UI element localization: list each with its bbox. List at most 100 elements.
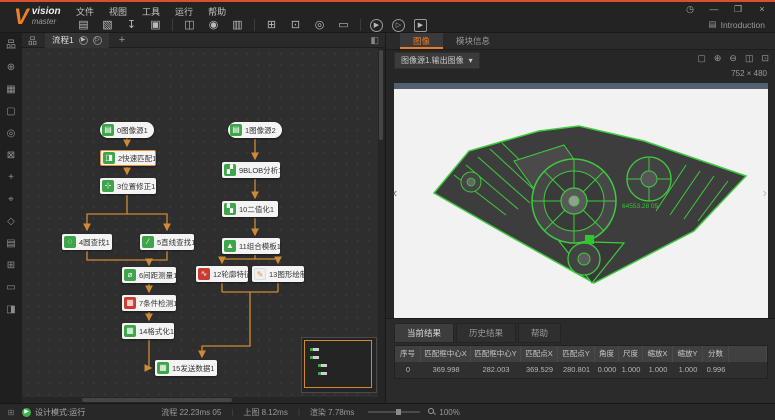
table-row[interactable]: 0 369.998 282.003 369.529 280.801 0.000 … bbox=[395, 362, 767, 378]
render-time-metric: 渲染 7.78ms bbox=[310, 407, 354, 418]
flow-step-icon[interactable]: ▷ bbox=[93, 36, 102, 45]
tab-history-results[interactable]: 历史结果 bbox=[456, 323, 516, 343]
node-label: 13图形绘制1 bbox=[269, 269, 304, 280]
left-tool-rail: 品 ⊕ ▦ ▢ ◎ ⊠ + ⌖ ◇ ▤ ⊞ ▭ ◨ bbox=[0, 33, 22, 403]
target-tools-icon[interactable]: ◎ bbox=[4, 127, 18, 140]
module-icon: ▦ bbox=[124, 325, 136, 337]
region-tools-icon[interactable]: ⊠ bbox=[4, 149, 18, 162]
communication-icon[interactable]: ◎ bbox=[312, 18, 327, 32]
tab-image[interactable]: 图像 bbox=[400, 33, 443, 49]
flowchart-vertical-scrollbar[interactable] bbox=[378, 48, 384, 397]
flow-node-position-fix[interactable]: ⊹ 3位置修正1 bbox=[100, 178, 156, 194]
flow-node-draw-graphics[interactable]: ✎ 13图形绘制1 bbox=[252, 266, 304, 282]
add-flow-button[interactable]: + bbox=[119, 34, 125, 46]
flow-icon[interactable]: 品 bbox=[4, 39, 18, 52]
export-image-icon[interactable]: ↧ bbox=[124, 18, 139, 32]
flow-node-line-find[interactable]: ∕ 5直线查找1 bbox=[140, 234, 194, 250]
flow-node-binarize[interactable]: ▚ 10二值化1 bbox=[222, 201, 278, 217]
flow-node-distance-measure[interactable]: ⌀ 6间距测量1 bbox=[122, 267, 176, 283]
tab-module-info[interactable]: 模块信息 bbox=[443, 33, 503, 49]
flow-node-fast-match[interactable]: ◨ 2快速匹配1 bbox=[100, 150, 156, 166]
display-icon[interactable]: ⊞ bbox=[264, 18, 279, 32]
logo-text-master: master bbox=[32, 17, 61, 27]
frame-tools-icon[interactable]: ▢ bbox=[4, 105, 18, 118]
image-viewport[interactable]: 64553.28 05 ‹ › bbox=[394, 83, 768, 335]
menu-run[interactable]: 运行 bbox=[175, 5, 193, 18]
document-icon: ▤ bbox=[709, 19, 717, 30]
window-controls: ◷ — ❐ × bbox=[683, 4, 769, 15]
flow-node-blob-analysis[interactable]: ▞ 9BLOB分析1 bbox=[222, 162, 280, 178]
grid-tools-icon[interactable]: ▦ bbox=[4, 83, 18, 96]
menu-tools[interactable]: 工具 bbox=[142, 5, 160, 18]
zoom-in-icon[interactable]: ⊕ bbox=[714, 53, 722, 64]
minimap-node bbox=[318, 364, 327, 367]
run-once-icon[interactable]: ▷ bbox=[392, 19, 405, 32]
collapse-rail-icon[interactable]: ◨ bbox=[4, 303, 18, 316]
save-icon[interactable]: ▤ bbox=[76, 18, 91, 32]
logo-text-vision: vision bbox=[32, 7, 61, 17]
tag-icon[interactable]: ⊡ bbox=[288, 18, 303, 32]
node-label: 1图像源2 bbox=[245, 125, 279, 136]
module-icon: ⊹ bbox=[102, 180, 114, 192]
add-module-icon[interactable]: ⊕ bbox=[4, 61, 18, 74]
run-icon[interactable]: ▶ bbox=[370, 19, 383, 32]
fit-view-icon[interactable]: ▢ bbox=[697, 53, 706, 64]
zoom-out-icon[interactable]: ⊖ bbox=[729, 53, 737, 64]
flow-tree-icon[interactable]: 品 bbox=[28, 34, 37, 47]
gallery-icon[interactable]: ▣ bbox=[148, 18, 163, 32]
flowchart-minimap[interactable] bbox=[301, 337, 377, 393]
node-label: 14格式化1 bbox=[139, 326, 174, 337]
app-window: V vision master 文件 视图 工具 运行 帮助 ◷ — ❐ × ▤… bbox=[0, 0, 775, 420]
maximize-button[interactable]: ❐ bbox=[731, 4, 745, 15]
minimize-button[interactable]: — bbox=[707, 4, 721, 15]
logo-v-icon: V bbox=[14, 5, 29, 29]
flow-node-format[interactable]: ▦ 14格式化1 bbox=[122, 323, 174, 339]
prev-image-arrow[interactable]: ‹ bbox=[393, 185, 397, 200]
flow-node-template[interactable]: ▲ 11组合模板1 bbox=[222, 238, 280, 254]
close-button[interactable]: × bbox=[755, 4, 769, 15]
shape-tools-icon[interactable]: ◇ bbox=[4, 215, 18, 228]
camera-icon[interactable]: ◉ bbox=[206, 18, 221, 32]
barcode-icon[interactable]: ▥ bbox=[230, 18, 245, 32]
flow-run-icon[interactable]: ▶ bbox=[79, 36, 88, 45]
node-label: 15发送数据1 bbox=[172, 363, 217, 374]
node-label: 12轮廓特征1 bbox=[213, 269, 248, 280]
history-icon[interactable]: ◷ bbox=[683, 4, 697, 15]
menu-view[interactable]: 视图 bbox=[109, 5, 127, 18]
table-tools-icon[interactable]: ▤ bbox=[4, 237, 18, 250]
module-icon: ∕ bbox=[142, 236, 154, 248]
flow-node-condition-check[interactable]: ▦ 7条件检测1 bbox=[122, 295, 176, 311]
fullscreen-icon[interactable]: ⊡ bbox=[761, 53, 769, 64]
zoom-slider[interactable] bbox=[368, 411, 420, 413]
run-panel-icon[interactable]: ▶ bbox=[414, 19, 427, 32]
flowchart-canvas[interactable]: ▤ 0图像源1 ◨ 2快速匹配1 ⊹ 3位置修正1 ◌ 4圆查找1 ∕ 5直线查… bbox=[22, 48, 378, 397]
calibration-tools-icon[interactable]: ⊞ bbox=[4, 259, 18, 272]
io-icon[interactable]: ▭ bbox=[336, 18, 351, 32]
one-to-one-icon[interactable]: ◫ bbox=[745, 53, 754, 64]
flow-node-image-source-1[interactable]: ▤ 0图像源1 bbox=[100, 122, 154, 138]
collapse-panel-icon[interactable]: ◧ bbox=[370, 35, 379, 46]
flow-node-image-source-2[interactable]: ▤ 1图像源2 bbox=[228, 122, 282, 138]
next-image-arrow[interactable]: › bbox=[763, 185, 767, 200]
position-tools-icon[interactable]: ⌖ bbox=[4, 193, 18, 206]
image-source-dropdown[interactable]: 图像源1.输出图像 ▾ bbox=[394, 52, 480, 69]
module-icon: ▤ bbox=[102, 124, 114, 136]
corner-grid-icon[interactable]: ⊞ bbox=[0, 408, 22, 417]
flow-node-contour-feature[interactable]: ∿ 12轮廓特征1 bbox=[196, 266, 248, 282]
minimap-node bbox=[318, 372, 327, 375]
introduction-link[interactable]: ▤ Introduction bbox=[709, 19, 765, 30]
open-icon[interactable]: ▧ bbox=[100, 18, 115, 32]
menu-help[interactable]: 帮助 bbox=[208, 5, 226, 18]
layout-icon[interactable]: ◫ bbox=[182, 18, 197, 32]
module-icon: ✎ bbox=[254, 268, 266, 280]
cross-tools-icon[interactable]: + bbox=[4, 171, 18, 184]
results-table[interactable]: 序号 匹配框中心X 匹配框中心Y 匹配点X 匹配点Y 角度 尺度 缩放X 缩放Y… bbox=[394, 345, 768, 379]
menu-file[interactable]: 文件 bbox=[76, 5, 94, 18]
tab-current-results[interactable]: 当前结果 bbox=[394, 323, 454, 343]
flow-tab[interactable]: 流程1 ▶ ▷ bbox=[45, 33, 109, 48]
flow-node-send-data[interactable]: ▦ 15发送数据1 bbox=[155, 360, 217, 376]
module-icon: ∿ bbox=[198, 268, 210, 280]
panel-tools-icon[interactable]: ▭ bbox=[4, 281, 18, 294]
flow-node-circle-find[interactable]: ◌ 4圆查找1 bbox=[62, 234, 112, 250]
tab-help[interactable]: 帮助 bbox=[518, 323, 561, 343]
